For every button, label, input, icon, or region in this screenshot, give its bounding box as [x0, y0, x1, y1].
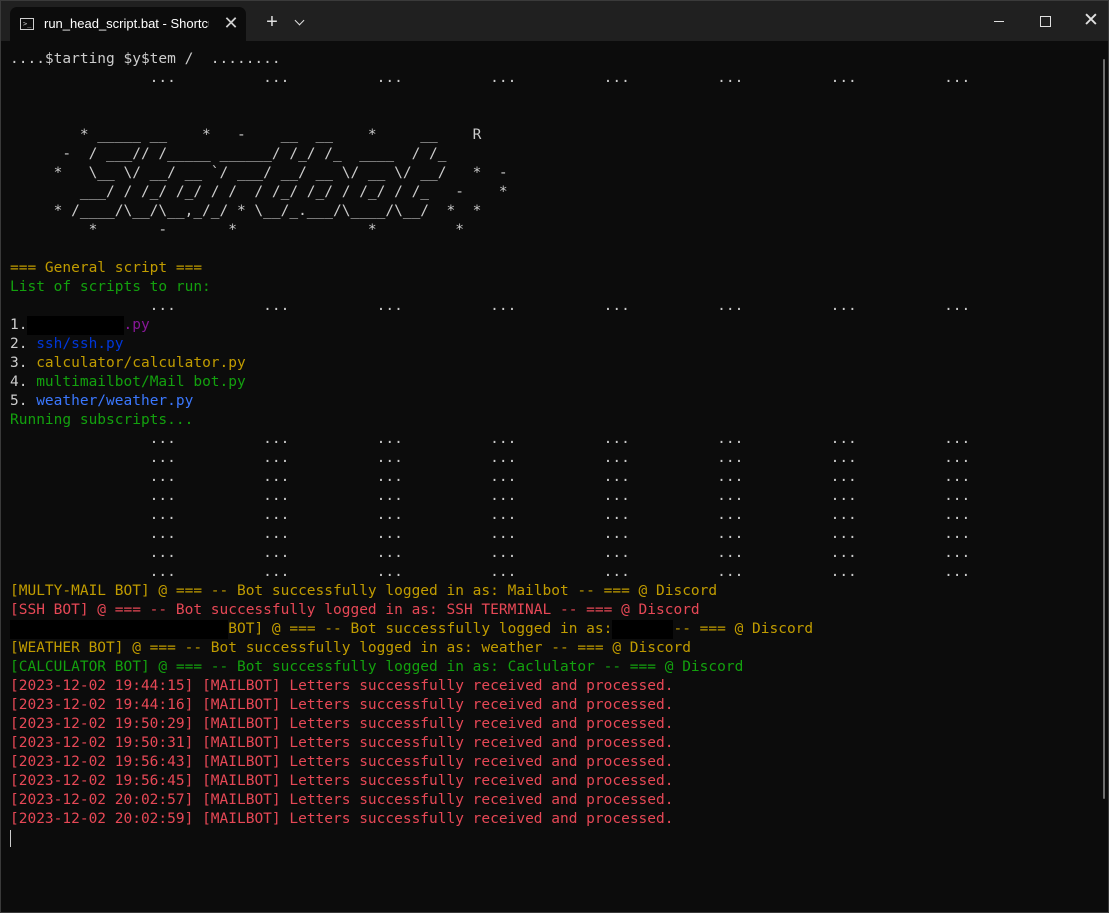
script-name: weather/weather.py [36, 393, 194, 409]
script-name: calculator/calculator.py [36, 355, 246, 371]
script-number: 2. [10, 336, 28, 352]
ssh-bot-status: [SSH BOT] @ === -- Bot successfully logg… [10, 602, 700, 618]
redacted-bot-text-end: -- === @ Discord [673, 621, 814, 637]
log-entry: [2023-12-02 19:44:15] [MAILBOT] Letters … [10, 677, 1085, 696]
script-name: .py [123, 317, 150, 333]
log-message: [MAILBOT] Letters successfully received … [202, 754, 674, 770]
log-timestamp: [2023-12-02 19:50:31] [10, 735, 194, 751]
script-item-5: 5. weather/weather.py [10, 392, 1085, 411]
general-script-header: === General script === [10, 260, 203, 276]
log-timestamp: [2023-12-02 19:44:16] [10, 697, 194, 713]
log-message: [MAILBOT] Letters successfully received … [202, 697, 674, 713]
minimize-icon[interactable] [976, 1, 1022, 41]
log-message: [MAILBOT] Letters successfully received … [202, 773, 674, 789]
log-message: [MAILBOT] Letters successfully received … [202, 792, 674, 808]
terminal-window: >_ run_head_script.bat - Shortcut ✕ + ✕ … [0, 0, 1109, 913]
script-name: ssh/ssh.py [36, 336, 124, 352]
log-message: [MAILBOT] Letters successfully received … [202, 716, 674, 732]
dots-row: ... ... ... ... ... ... ... ... [10, 469, 971, 485]
terminal-icon: >_ [20, 18, 34, 30]
script-number: 5. [10, 393, 28, 409]
maximize-icon[interactable] [1022, 1, 1068, 41]
log-entry: [2023-12-02 19:56:43] [MAILBOT] Letters … [10, 753, 1085, 772]
mail-bot-status: [MULTY-MAIL BOT] @ === -- Bot successful… [10, 583, 718, 599]
dots-row: ... ... ... ... ... ... ... ... [10, 526, 971, 542]
dots-row: ... ... ... ... ... ... ... ... [10, 450, 971, 466]
log-timestamp: [2023-12-02 19:56:43] [10, 754, 194, 770]
list-header: List of scripts to run: [10, 279, 211, 295]
title-bar: >_ run_head_script.bat - Shortcut ✕ + ✕ [1, 1, 1108, 41]
redacted-bot-text: BOT] @ === -- Bot successfully logged in… [228, 621, 613, 637]
log-timestamp: [2023-12-02 20:02:57] [10, 792, 194, 808]
chevron-down-icon[interactable] [289, 9, 311, 35]
script-number: 3. [10, 355, 28, 371]
dots-row: ... ... ... ... ... ... ... ... [10, 70, 971, 86]
dots-row: ... ... ... ... ... ... ... ... [10, 298, 971, 314]
ascii-art-line: ___/ / /_/ /_/ / / / /_/ /_/ / /_/ / /_ … [10, 184, 508, 200]
ascii-art-line: * /____/\__/\__,_/_/ * \__/_.___/\____/\… [10, 203, 482, 219]
log-entry: [2023-12-02 19:50:31] [MAILBOT] Letters … [10, 734, 1085, 753]
text-cursor [10, 830, 11, 847]
log-entry: [2023-12-02 19:56:45] [MAILBOT] Letters … [10, 772, 1085, 791]
script-number: 4. [10, 374, 28, 390]
log-entry: [2023-12-02 20:02:57] [MAILBOT] Letters … [10, 791, 1085, 810]
log-timestamp: [2023-12-02 19:50:29] [10, 716, 194, 732]
dots-row: ... ... ... ... ... ... ... ... [10, 545, 971, 561]
plus-icon[interactable]: + [259, 9, 285, 35]
close-window-icon[interactable]: ✕ [1068, 1, 1109, 41]
ascii-art-line: - / ___// /_____ ______/ /_/ /_ ____ / /… [10, 146, 447, 162]
ascii-art-line: * \__ \/ __/ __ `/ ___/ __/ __ \/ __ \/ … [10, 165, 508, 181]
script-item-1: 1.XXXXXXXXXXX.py [10, 316, 1085, 335]
log-entry: [2023-12-02 20:02:59] [MAILBOT] Letters … [10, 810, 1085, 829]
log-timestamp: [2023-12-02 19:44:15] [10, 678, 194, 694]
log-message: [MAILBOT] Letters successfully received … [202, 678, 674, 694]
dots-row: ... ... ... ... ... ... ... ... [10, 564, 971, 580]
redacted-bot-status: XXXXXXXXXXXXXXXXXXXXXXXXXBOT] @ === -- B… [10, 620, 1085, 639]
redacted-block: XXXXXXXXXXX [27, 316, 124, 335]
script-item-3: 3. calculator/calculator.py [10, 354, 1085, 373]
dots-row: ... ... ... ... ... ... ... ... [10, 431, 971, 447]
starting-line: ....$tarting $y$tem / ........ [10, 51, 281, 67]
log-entry: [2023-12-02 19:44:16] [MAILBOT] Letters … [10, 696, 1085, 715]
ascii-art-line: * - * * * [10, 222, 464, 238]
close-icon[interactable]: ✕ [220, 12, 242, 34]
log-timestamp: [2023-12-02 20:02:59] [10, 811, 194, 827]
chevron-shape [294, 15, 305, 26]
script-item-4: 4. multimailbot/Mail bot.py [10, 373, 1085, 392]
log-timestamp: [2023-12-02 19:56:45] [10, 773, 194, 789]
script-item-2: 2. ssh/ssh.py [10, 335, 1085, 354]
console-output[interactable]: ....$tarting $y$tem / ........ ... ... .… [10, 50, 1085, 910]
log-message: [MAILBOT] Letters successfully received … [202, 735, 674, 751]
dots-row: ... ... ... ... ... ... ... ... [10, 507, 971, 523]
redacted-block: XXXXXXX [612, 620, 674, 639]
calculator-bot-status: [CALCULATOR BOT] @ === -- Bot successful… [10, 659, 744, 675]
log-entry: [2023-12-02 19:50:29] [MAILBOT] Letters … [10, 715, 1085, 734]
script-name: multimailbot/Mail bot.py [36, 374, 246, 390]
log-message: [MAILBOT] Letters successfully received … [202, 811, 674, 827]
dots-row: ... ... ... ... ... ... ... ... [10, 488, 971, 504]
script-number: 1. [10, 317, 28, 333]
terminal-icon-glyph: >_ [23, 20, 32, 28]
tab-title: run_head_script.bat - Shortcut [44, 16, 209, 31]
weather-bot-status: [WEATHER BOT] @ === -- Bot successfully … [10, 640, 691, 656]
ascii-art-line: * _____ __ * - __ __ * __ R [10, 127, 482, 143]
running-subscripts: Running subscripts... [10, 412, 194, 428]
vertical-scrollbar[interactable] [1101, 49, 1107, 909]
redacted-block: XXXXXXXXXXXXXXXXXXXXXXXXX [10, 620, 229, 639]
scrollbar-thumb[interactable] [1103, 59, 1105, 799]
tab-run-head-script[interactable]: >_ run_head_script.bat - Shortcut ✕ [10, 7, 246, 41]
